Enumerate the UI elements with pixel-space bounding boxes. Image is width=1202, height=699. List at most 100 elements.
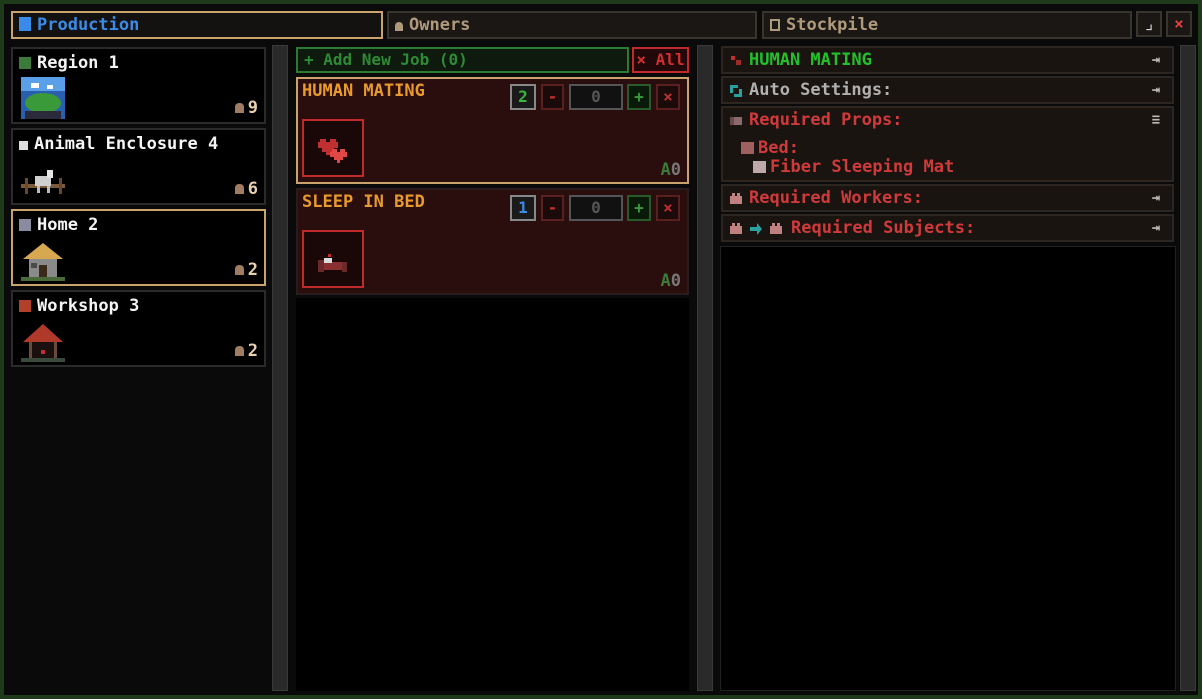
required-workers-label: Required Workers: — [749, 188, 923, 208]
workshop-icon — [19, 300, 31, 312]
required-subjects-label: Required Subjects: — [791, 218, 976, 238]
decrease-quantity-button[interactable]: - — [541, 195, 564, 221]
bed-icon — [302, 230, 364, 288]
collapse-button[interactable]: ⇥ — [1148, 82, 1164, 98]
clear-all-jobs-button[interactable]: × All — [632, 47, 689, 73]
minimize-button[interactable]: ⌟ — [1136, 11, 1162, 37]
building-name: Workshop 3 — [37, 296, 140, 316]
collapse-icon: ⇥ — [1151, 52, 1161, 68]
details-job-title: HUMAN MATING — [749, 50, 872, 70]
workshop-thumbnail — [21, 324, 65, 362]
list-button[interactable]: ≡ — [1148, 112, 1164, 128]
jobs-scrollbar[interactable] — [697, 45, 713, 691]
refresh-icon — [730, 85, 742, 97]
tab-owners[interactable]: Owners — [387, 11, 757, 39]
auto-indicator: A0 — [661, 160, 682, 180]
remove-job-button[interactable]: × — [656, 84, 680, 110]
job-quantity[interactable]: 0 — [569, 84, 623, 110]
job-card-human-mating[interactable]: HUMAN MATING 2 - 0 + × A0 — [296, 77, 689, 184]
job-priority[interactable]: 1 — [510, 195, 536, 221]
building-count: 2 — [247, 341, 258, 361]
tab-production[interactable]: Production — [11, 11, 383, 39]
details-scrollbar[interactable] — [1180, 45, 1196, 691]
remove-job-button[interactable]: × — [656, 195, 680, 221]
details-empty-area — [720, 246, 1176, 691]
job-quantity[interactable]: 0 — [569, 195, 623, 221]
arrow-right-icon — [750, 223, 762, 235]
auto-indicator: A0 — [661, 271, 682, 291]
auto-letter: A — [660, 160, 671, 180]
required-subjects-row[interactable]: Required Subjects: ⇥ — [721, 214, 1174, 242]
job-title: SLEEP IN BED — [302, 192, 425, 212]
auto-count: 0 — [670, 271, 681, 291]
prop-category: Bed: — [758, 138, 799, 158]
collapse-button[interactable]: ⇥ — [1148, 190, 1164, 206]
subject-icon — [770, 223, 782, 234]
sleeping-mat-icon — [753, 161, 766, 173]
population-icon — [234, 346, 244, 356]
tab-stockpile[interactable]: Stockpile — [762, 11, 1132, 39]
close-icon: × — [1174, 14, 1184, 33]
buildings-list-empty — [11, 368, 266, 691]
house-icon — [19, 219, 31, 231]
job-priority[interactable]: 2 — [510, 84, 536, 110]
tab-production-label: Production — [37, 15, 140, 35]
heart-icon — [302, 119, 364, 177]
worker-icon — [730, 193, 742, 204]
jobs-list-empty — [296, 298, 689, 691]
population-icon — [234, 265, 244, 275]
prop-item-row[interactable]: Fiber Sleeping Mat — [753, 157, 954, 177]
collapse-icon: ⇥ — [1151, 220, 1161, 236]
increase-quantity-button[interactable]: + — [627, 84, 651, 110]
add-new-job-button[interactable]: + Add New Job (0) — [296, 47, 629, 73]
auto-letter: A — [660, 271, 671, 291]
list-icon: ≡ — [1151, 112, 1161, 128]
increase-quantity-button[interactable]: + — [627, 195, 651, 221]
buildings-scrollbar[interactable] — [272, 45, 288, 691]
tab-stockpile-label: Stockpile — [786, 15, 879, 35]
bed-category-icon — [741, 142, 754, 154]
required-props-section: Required Props: ≡ Bed: Fiber Sleeping Ma… — [721, 106, 1174, 182]
details-title-row: HUMAN MATING ⇥ — [721, 46, 1174, 74]
required-props-label: Required Props: — [749, 110, 903, 130]
region-thumbnail — [21, 77, 65, 119]
population-icon — [234, 103, 244, 113]
tab-owners-label: Owners — [409, 15, 471, 35]
auto-settings-row[interactable]: Auto Settings: ⇥ — [721, 76, 1174, 104]
collapse-icon: ⇥ — [1151, 190, 1161, 206]
stockpile-icon — [770, 19, 780, 31]
building-card-home[interactable]: Home 2 2 — [11, 209, 266, 286]
props-icon — [730, 117, 742, 125]
region-icon — [19, 57, 31, 69]
building-card-region[interactable]: Region 1 9 — [11, 47, 266, 124]
home-thumbnail — [21, 243, 65, 281]
collapse-button[interactable]: ⇥ — [1148, 220, 1164, 236]
auto-settings-label: Auto Settings: — [749, 80, 893, 100]
building-count: 9 — [247, 98, 258, 118]
prop-category-row: Bed: — [741, 138, 799, 158]
job-title: HUMAN MATING — [302, 81, 425, 101]
decrease-quantity-button[interactable]: - — [541, 84, 564, 110]
production-icon — [19, 17, 31, 31]
paw-icon — [19, 141, 28, 150]
building-name: Region 1 — [37, 53, 119, 73]
animal-enclosure-thumbnail — [21, 170, 65, 194]
job-card-sleep-in-bed[interactable]: SLEEP IN BED 1 - 0 + × A0 — [296, 188, 689, 295]
owners-icon — [395, 22, 403, 31]
auto-count: 0 — [670, 160, 681, 180]
collapse-button[interactable]: ⇥ — [1148, 52, 1164, 68]
building-count: 6 — [247, 179, 258, 199]
minimize-icon: ⌟ — [1144, 14, 1154, 33]
building-name: Home 2 — [37, 215, 99, 235]
mating-icon — [731, 56, 741, 65]
required-workers-row[interactable]: Required Workers: ⇥ — [721, 184, 1174, 212]
population-icon — [234, 184, 244, 194]
building-name: Animal Enclosure 4 — [34, 134, 219, 154]
collapse-icon: ⇥ — [1151, 82, 1161, 98]
building-count: 2 — [247, 260, 258, 280]
close-window-button[interactable]: × — [1166, 11, 1192, 37]
worker-icon — [730, 223, 742, 234]
building-card-workshop[interactable]: Workshop 3 2 — [11, 290, 266, 367]
building-card-animal-enclosure[interactable]: Animal Enclosure 4 6 — [11, 128, 266, 205]
prop-item: Fiber Sleeping Mat — [770, 157, 955, 177]
